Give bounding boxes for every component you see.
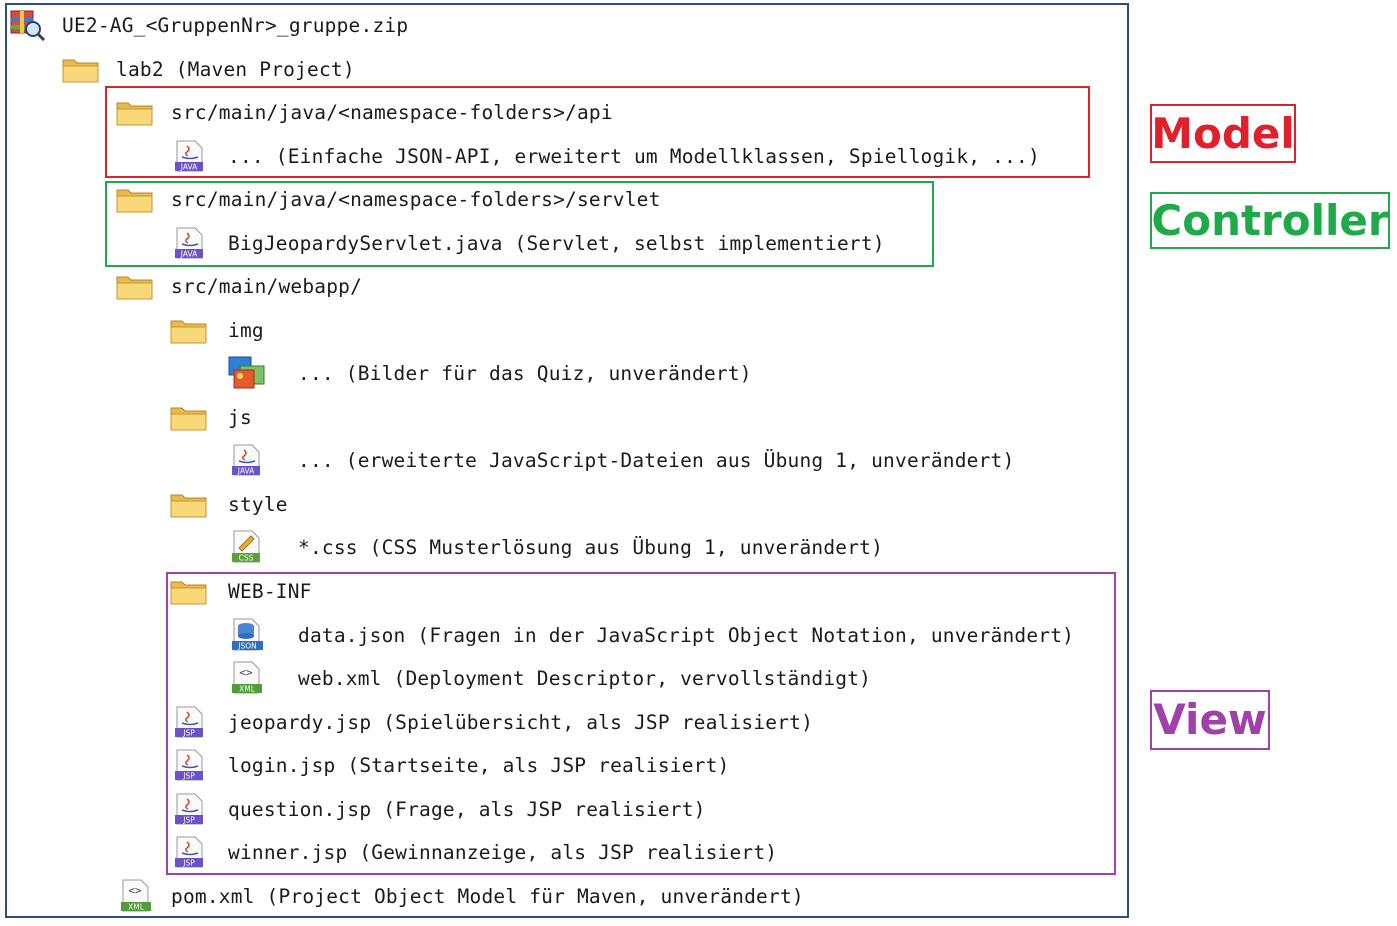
java-file-icon: JAVA — [231, 444, 269, 476]
folder-icon — [170, 402, 208, 432]
tree-row-css-files[interactable]: CSS *.css (CSS Musterlösung aus Übung 1,… — [231, 530, 884, 563]
controller-group-box — [105, 181, 934, 267]
tree-row-lab2[interactable]: lab2 (Maven Project) — [62, 54, 355, 84]
image-file-icon — [228, 356, 266, 389]
tree-row-zip[interactable]: UE2-AG_<GruppenNr>_gruppe.zip — [10, 10, 409, 41]
tree-label: ... (Bilder für das Quiz, unverändert) — [298, 361, 752, 385]
tree-row-img-files[interactable]: ... (Bilder für das Quiz, unverändert) — [228, 356, 752, 389]
java-badge-text: JAVA — [237, 467, 255, 476]
folder-icon — [116, 271, 154, 301]
tree-label: *.css (CSS Musterlösung aus Übung 1, unv… — [298, 535, 884, 559]
tree-label: UE2-AG_<GruppenNr>_gruppe.zip — [62, 13, 409, 37]
css-badge-text: CSS — [239, 554, 254, 563]
tree-row-pom-xml[interactable]: <> XML pom.xml (Project Object Model für … — [120, 879, 804, 912]
tree-row-webapp-folder[interactable]: src/main/webapp/ — [116, 271, 362, 301]
tree-label: lab2 (Maven Project) — [116, 57, 355, 81]
folder-icon — [170, 489, 208, 519]
tree-label: ... (erweiterte JavaScript-Dateien aus Ü… — [298, 448, 1015, 472]
controller-tag: Controller — [1150, 192, 1390, 249]
tree-label: js — [228, 405, 252, 429]
model-group-box — [105, 86, 1090, 178]
xml-file-icon: <> XML — [120, 879, 158, 912]
tree-row-js-files[interactable]: JAVA ... (erweiterte JavaScript-Dateien … — [231, 444, 1015, 476]
tree-label: img — [228, 318, 264, 342]
xml-badge-text: XML — [128, 903, 145, 912]
view-tag: View — [1150, 690, 1270, 750]
tree-row-js-folder[interactable]: js — [170, 402, 252, 432]
tree-row-img-folder[interactable]: img — [170, 315, 264, 345]
tree-label: style — [228, 492, 288, 516]
model-tag: Model — [1150, 104, 1296, 163]
tree-row-style-folder[interactable]: style — [170, 489, 288, 519]
archive-icon — [10, 10, 48, 41]
folder-icon — [170, 315, 208, 345]
folder-icon — [62, 54, 100, 84]
tree-label: src/main/webapp/ — [171, 274, 363, 298]
xml-glyph: <> — [128, 884, 142, 897]
view-group-box — [166, 572, 1116, 875]
css-file-icon: CSS — [231, 530, 269, 563]
tree-label: pom.xml (Project Object Model für Maven,… — [171, 884, 804, 908]
